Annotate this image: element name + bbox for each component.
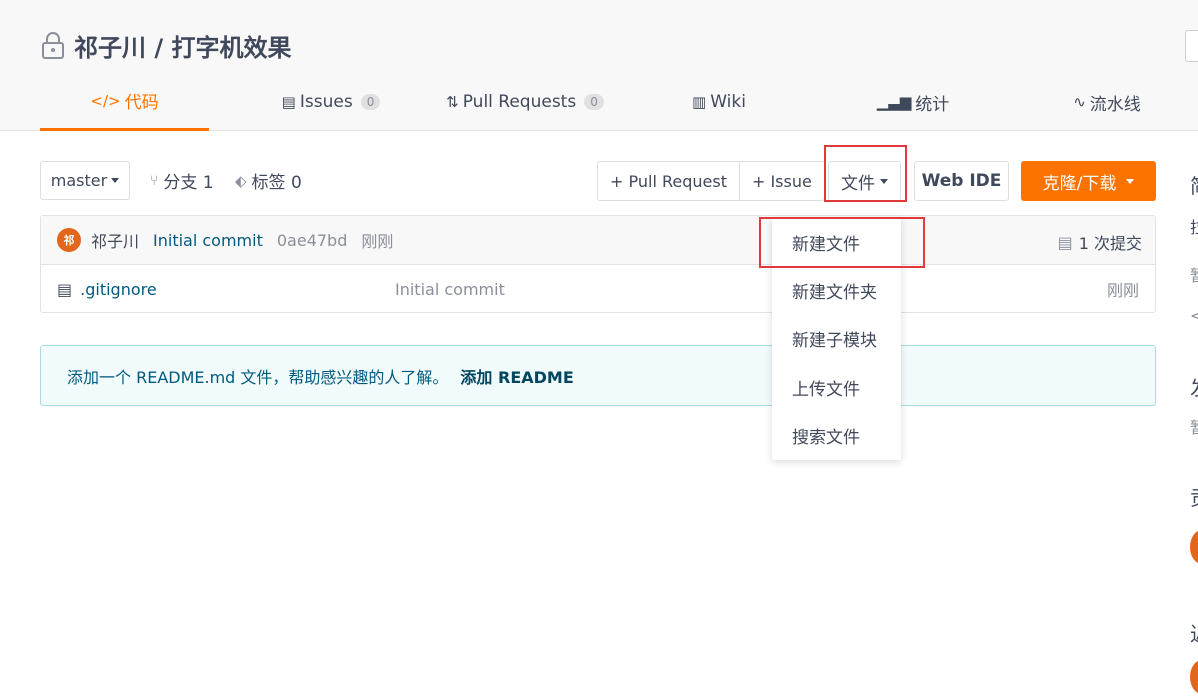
file-list: 祁 祁子川 Initial commit 0ae47bd 刚刚 ▤ 1 次提交 … (40, 215, 1156, 313)
tab-wiki[interactable]: ▥ Wiki (622, 82, 816, 122)
tab-label: 统计 (915, 94, 950, 115)
menu-item-upload-file[interactable]: 上传文件 (772, 363, 901, 411)
file-link[interactable]: ▤ .gitignore (57, 280, 157, 299)
commit-time: 刚刚 (361, 232, 394, 251)
avatar[interactable] (1190, 660, 1198, 694)
chevron-down-icon (1126, 178, 1135, 184)
repo-title[interactable]: 祁子川 / 打字机效果 (40, 28, 291, 62)
tags-label: 标签 0 (251, 173, 302, 193)
sidebar-fragment: < (1190, 306, 1198, 325)
menu-item-new-folder[interactable]: 新建文件夹 (772, 266, 901, 314)
clone-download-button[interactable]: 克隆/下载 (1021, 161, 1156, 201)
readme-notice: 添加一个 README.md 文件，帮助感兴趣的人了解。 添加 README (40, 345, 1156, 406)
code-icon: </> (90, 91, 121, 110)
repo-tabs: </> 代码 ▤ Issues 0 ⇅ Pull Requests 0 ▥ Wi… (40, 82, 1198, 131)
repo-title-text: 祁子川 / 打字机效果 (74, 33, 292, 62)
commit-message[interactable]: Initial commit (153, 231, 263, 250)
pull-request-icon: ⇅ (446, 93, 459, 111)
sidebar-fragment: 贡 (1190, 482, 1198, 511)
create-button-group: + Pull Request + Issue (597, 161, 825, 201)
sidebar-fragment: 暂 (1190, 262, 1198, 286)
file-icon: ▤ (57, 279, 73, 299)
tab-label: Pull Requests (462, 92, 577, 112)
issues-icon: ▤ (281, 93, 296, 111)
tag-icon: ⬖ (235, 171, 247, 190)
new-issue-button[interactable]: + Issue (738, 162, 824, 200)
tab-label: Issues (299, 92, 353, 112)
clone-label: 克隆/下载 (1042, 173, 1117, 194)
chevron-down-icon (111, 178, 120, 183)
tab-stats[interactable]: ▁▃▆ 统计 (816, 82, 1010, 122)
branches-link[interactable]: ⑂ 分支 1 (150, 168, 214, 194)
branches-label: 分支 1 (163, 173, 214, 193)
pipeline-icon: ∿ (1073, 93, 1086, 111)
table-row: ▤ .gitignore Initial commit 刚刚 (41, 265, 1155, 313)
repo-header: 祁子川 / 打字机效果 </> 代码 ▤ Issues 0 ⇅ Pull Req… (0, 0, 1198, 131)
file-commit-time: 刚刚 (1106, 281, 1139, 300)
web-ide-button[interactable]: Web IDE (914, 161, 1009, 201)
add-readme-link[interactable]: 添加 README (460, 364, 573, 388)
highlight-box-new-file (759, 217, 925, 268)
sidebar-fragment: 发 (1190, 372, 1198, 401)
file-name: .gitignore (80, 279, 157, 299)
tab-label: 代码 (124, 93, 159, 113)
file-commit-message[interactable]: Initial commit (395, 280, 505, 299)
branch-icon: ⑂ (150, 172, 159, 189)
avatar[interactable] (1190, 530, 1198, 564)
branch-name: master (50, 171, 108, 190)
highlight-box-file-button (824, 145, 907, 202)
tab-pull-requests[interactable]: ⇅ Pull Requests 0 (428, 82, 622, 122)
new-pull-request-button[interactable]: + Pull Request (598, 162, 739, 200)
tab-pipeline[interactable]: ∿ 流水线 (1010, 82, 1198, 122)
readme-notice-text: 添加一个 README.md 文件，帮助感兴趣的人了解。 (67, 367, 449, 387)
latest-commit-row: 祁 祁子川 Initial commit 0ae47bd 刚刚 ▤ 1 次提交 (41, 216, 1155, 265)
menu-item-search-file[interactable]: 搜索文件 (772, 411, 901, 459)
stats-icon: ▁▃▆ (876, 93, 912, 111)
tab-code[interactable]: </> 代码 (40, 82, 209, 131)
wiki-icon: ▥ (692, 93, 707, 111)
commit-count-link[interactable]: ▤ 1 次提交 (1058, 230, 1142, 254)
avatar[interactable]: 祁 (57, 228, 81, 252)
pr-count-badge: 0 (584, 94, 604, 110)
tags-link[interactable]: ⬖ 标签 0 (235, 168, 302, 194)
sidebar-fragment: 近 (1190, 618, 1198, 647)
commit-hash[interactable]: 0ae47bd (277, 231, 348, 250)
lock-icon (40, 30, 66, 60)
watch-button[interactable] (1185, 30, 1198, 62)
branch-select[interactable]: master (40, 161, 130, 200)
tab-label: 流水线 (1089, 94, 1141, 115)
tab-label: Wiki (710, 92, 746, 112)
sidebar-fragment: 拉 (1190, 214, 1198, 238)
commit-log-icon: ▤ (1057, 232, 1073, 252)
commit-author[interactable]: 祁子川 (91, 228, 139, 252)
sidebar-fragment: 简 (1190, 170, 1198, 199)
issues-count-badge: 0 (360, 94, 381, 110)
sidebar-fragment: 暂 (1190, 414, 1198, 438)
commit-count: 1 次提交 (1078, 234, 1142, 253)
menu-item-new-submodule[interactable]: 新建子模块 (772, 315, 901, 363)
tab-issues[interactable]: ▤ Issues 0 (234, 82, 428, 122)
